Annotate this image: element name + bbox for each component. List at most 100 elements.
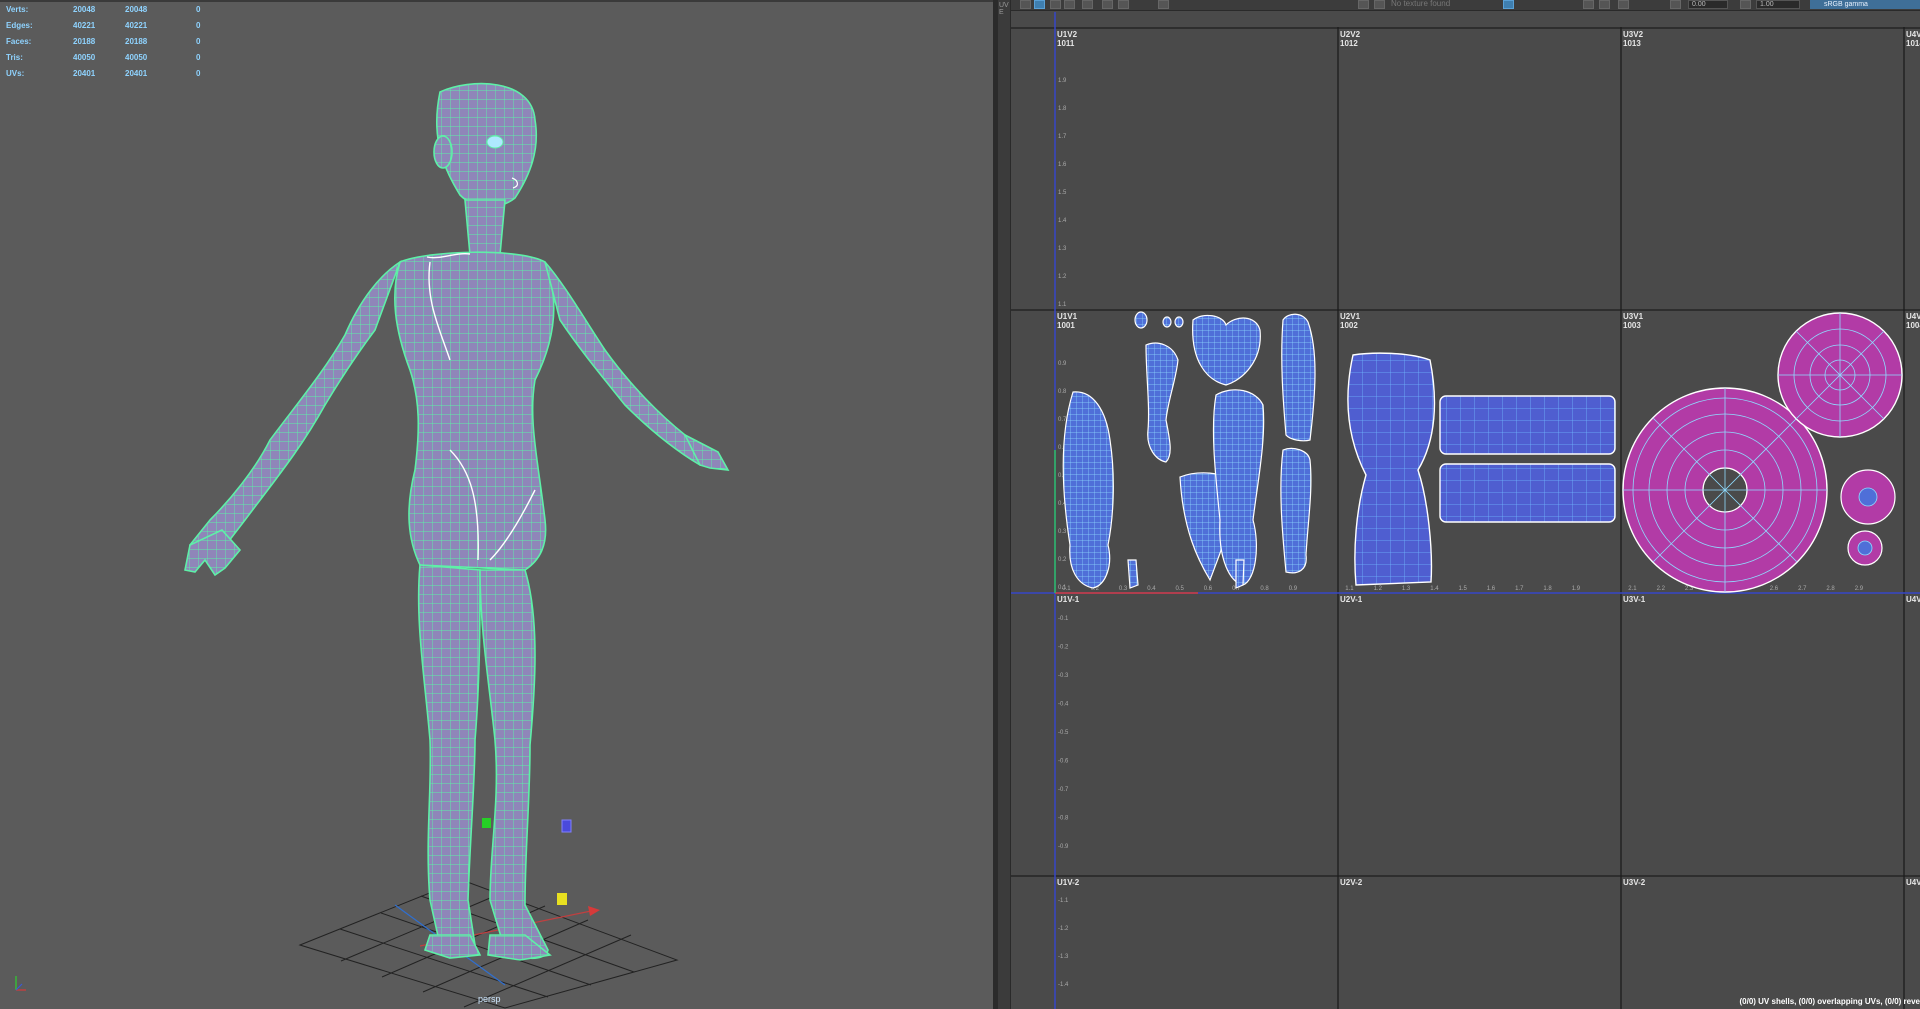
v-tick-label: 1.5 bbox=[1058, 190, 1067, 196]
v-tick-label: 1.4 bbox=[1058, 218, 1067, 224]
hud-value: 20048 bbox=[73, 5, 96, 14]
uv-tile-label: 1003 bbox=[1623, 321, 1641, 330]
manipulator-y-handle[interactable] bbox=[482, 818, 491, 828]
checker-button[interactable] bbox=[1374, 0, 1385, 9]
uv-tile-label: U3V-2 bbox=[1623, 878, 1646, 887]
v-tick-label: 1.7 bbox=[1058, 134, 1067, 140]
hud-label: Tris: bbox=[6, 53, 23, 62]
u-tick-label: 0.8 bbox=[1260, 586, 1269, 592]
v-tick-label: -1.3 bbox=[1058, 954, 1069, 960]
hud-label: UVs: bbox=[6, 69, 25, 78]
colorspace-dropdown[interactable]: sRGB gamma bbox=[1810, 0, 1920, 9]
uv-tile-label: 1001 bbox=[1057, 321, 1075, 330]
uv-tile-label: U3V2 bbox=[1623, 30, 1644, 39]
v-tick-label: -0.1 bbox=[1058, 616, 1069, 622]
uv-toolbar-button[interactable] bbox=[1670, 0, 1681, 9]
u-tick-label: 2.2 bbox=[1657, 586, 1666, 592]
texture-button[interactable] bbox=[1358, 0, 1369, 9]
v-axis-ticks: 1.91.81.71.61.51.41.31.21.10.90.80.70.60… bbox=[1058, 78, 1069, 988]
v-tick-label: 1.8 bbox=[1058, 106, 1067, 112]
uv-toolbar-button[interactable] bbox=[1064, 0, 1075, 9]
v-tick-label: -0.9 bbox=[1058, 844, 1069, 850]
gamma-button[interactable] bbox=[1740, 0, 1751, 9]
u-tick-label: 1.1 bbox=[1345, 586, 1354, 592]
perspective-viewport[interactable]: Verts: 20048 20048 0 Edges: 40221 40221 … bbox=[0, 0, 993, 1009]
gamma-field[interactable]: 1.00 bbox=[1756, 0, 1800, 9]
exposure-field[interactable]: 0.00 bbox=[1688, 0, 1728, 9]
uv-tile-label: U1V2 bbox=[1057, 30, 1078, 39]
uv-toolbar-button[interactable] bbox=[1118, 0, 1129, 9]
hud-value: 0 bbox=[196, 21, 201, 30]
uv-toolbar-button[interactable] bbox=[1082, 0, 1093, 9]
view-axis-icon bbox=[15, 976, 26, 991]
uv-editor-panel[interactable]: U1V21011 U2V21012 U3V21013 U4V21014 U1V11001… bbox=[998, 0, 1920, 1009]
u-tick-label: 1.4 bbox=[1430, 586, 1439, 592]
manipulator-x-handle[interactable] bbox=[588, 906, 600, 916]
viewport-scene bbox=[15, 82, 730, 1009]
hud-row-tris: Tris: 40050 40050 0 bbox=[6, 50, 216, 66]
uv-canvas[interactable]: U1V21011 U2V21012 U3V21013 U4V21014 U1V11001… bbox=[998, 0, 1920, 1009]
hud-value: 0 bbox=[196, 69, 201, 78]
uv-status-text: (0/0) UV shells, (0/0) overlapping UVs, … bbox=[1739, 997, 1920, 1006]
hud-row-uvs: UVs: 20401 20401 0 bbox=[6, 66, 216, 82]
uv-toolbar-button[interactable] bbox=[1158, 0, 1169, 9]
uv-toolbar-button[interactable] bbox=[1050, 0, 1061, 9]
uv-tile-label: U2V2 bbox=[1340, 30, 1361, 39]
u-tick-label: 2.7 bbox=[1798, 586, 1807, 592]
u-tick-label: 1.5 bbox=[1459, 586, 1468, 592]
uv-editor-label: UV E bbox=[999, 2, 1009, 16]
uv-tile-label: U4V-1 bbox=[1906, 595, 1920, 604]
v-tick-label: 0.9 bbox=[1058, 361, 1067, 367]
u-tick-label: 0.3 bbox=[1119, 586, 1128, 592]
uv-toolbar-button[interactable] bbox=[1583, 0, 1594, 9]
checker-toggle-button[interactable] bbox=[1034, 0, 1045, 9]
uv-tile-label: U2V-2 bbox=[1340, 878, 1363, 887]
eye bbox=[486, 135, 504, 149]
hud-value: 40050 bbox=[73, 53, 96, 62]
character-mesh[interactable] bbox=[184, 82, 730, 961]
uv-tile-label: U2V1 bbox=[1340, 312, 1361, 321]
uv-shells-body[interactable] bbox=[1062, 311, 1316, 589]
uv-shells-discs[interactable] bbox=[1622, 312, 1903, 593]
uv-tile-label: U1V-2 bbox=[1057, 878, 1080, 887]
uv-shells-legs[interactable] bbox=[1347, 352, 1616, 586]
hud-row-faces: Faces: 20188 20188 0 bbox=[6, 34, 216, 50]
uv-tile-label: U1V-1 bbox=[1057, 595, 1080, 604]
hud-label: Edges: bbox=[6, 21, 33, 30]
hud-value: 40221 bbox=[73, 21, 96, 30]
v-tick-label: -0.3 bbox=[1058, 673, 1069, 679]
u-tick-label: 1.7 bbox=[1515, 586, 1524, 592]
u-tick-label: 2.9 bbox=[1855, 586, 1864, 592]
u-tick-label: 1.9 bbox=[1572, 586, 1581, 592]
v-tick-label: 0.8 bbox=[1058, 389, 1067, 395]
uv-toolbar-button[interactable] bbox=[1102, 0, 1113, 9]
uv-toolbar-button[interactable] bbox=[1599, 0, 1610, 9]
v-tick-label: 1.1 bbox=[1058, 302, 1067, 308]
v-tick-label: 1.2 bbox=[1058, 274, 1067, 280]
hud-row-verts: Verts: 20048 20048 0 bbox=[6, 2, 216, 18]
uv-tile-label: U4V1 bbox=[1906, 312, 1920, 321]
uv-toolbar-button[interactable] bbox=[1020, 0, 1031, 9]
exposure-button[interactable] bbox=[1503, 0, 1514, 9]
hud-value: 0 bbox=[196, 53, 201, 62]
manipulator-z-handle[interactable] bbox=[561, 819, 572, 833]
v-tick-label: 1.6 bbox=[1058, 162, 1067, 168]
uv-tile-label: U2V-1 bbox=[1340, 595, 1363, 604]
hud-row-edges: Edges: 40221 40221 0 bbox=[6, 18, 216, 34]
uv-tile-label: 1013 bbox=[1623, 39, 1641, 48]
hud-value: 40221 bbox=[125, 21, 148, 30]
uv-side-strip: UV E bbox=[998, 0, 1011, 1009]
u-tick-label: 1.2 bbox=[1374, 586, 1383, 592]
hud-value: 20048 bbox=[125, 5, 148, 14]
v-tick-label: 0.3 bbox=[1058, 529, 1067, 535]
uv-tile-label: 1004 bbox=[1906, 321, 1920, 330]
v-tick-label: -0.4 bbox=[1058, 702, 1069, 708]
manipulator-center-handle[interactable] bbox=[557, 893, 567, 905]
v-tick-label: -0.5 bbox=[1058, 730, 1069, 736]
u-tick-label: 0.5 bbox=[1176, 586, 1185, 592]
u-tick-label: 0.9 bbox=[1289, 586, 1298, 592]
uv-tile-label: 1011 bbox=[1057, 39, 1075, 48]
u-tick-label: 1.8 bbox=[1543, 586, 1552, 592]
uv-toolbar-button[interactable] bbox=[1618, 0, 1629, 9]
u-tick-label: 1.3 bbox=[1402, 586, 1411, 592]
